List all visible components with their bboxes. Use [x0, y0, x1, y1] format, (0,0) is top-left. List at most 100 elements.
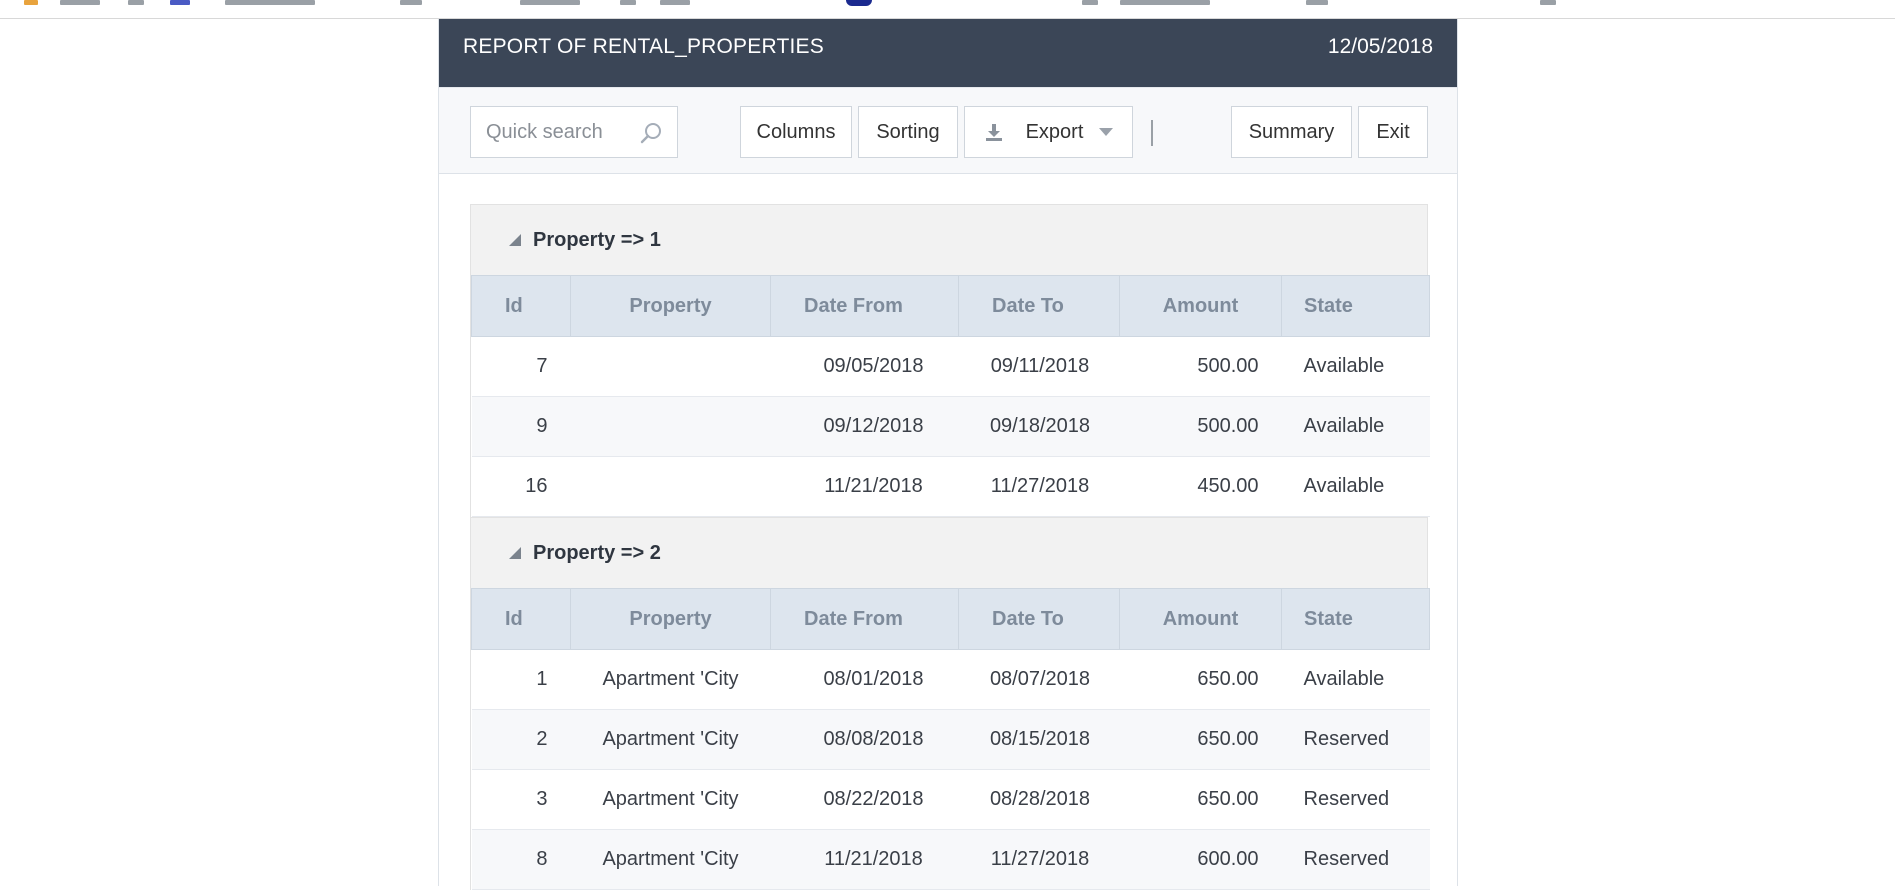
cell-state: Reserved — [1281, 769, 1430, 830]
download-icon — [985, 124, 1002, 141]
group-header[interactable]: Property => 1 — [470, 204, 1428, 275]
cell-date-to: 08/15/2018 — [958, 709, 1120, 770]
bookmark-icon[interactable] — [24, 0, 38, 5]
cell-property — [570, 396, 771, 457]
table-row[interactable]: 9 09/12/2018 09/18/2018 500.00 Available — [471, 396, 1430, 457]
cell-property: Apartment 'City — [570, 769, 771, 830]
column-header-amount[interactable]: Amount — [1119, 588, 1282, 650]
column-header-property[interactable]: Property — [570, 588, 771, 650]
toolbar-divider — [1151, 120, 1153, 146]
column-header-state[interactable]: State — [1281, 275, 1430, 337]
group-table: Id Property Date From Date To Amount Sta… — [471, 275, 1430, 517]
cell-amount: 450.00 — [1119, 456, 1282, 517]
group-header[interactable]: Property => 2 — [470, 517, 1428, 588]
table-row[interactable]: 1 Apartment 'City 08/01/2018 08/07/2018 … — [471, 649, 1430, 710]
table-row[interactable]: 2 Apartment 'City 08/08/2018 08/15/2018 … — [471, 709, 1430, 770]
column-header-date-to[interactable]: Date To — [958, 275, 1120, 337]
cell-date-from: 09/05/2018 — [770, 336, 959, 397]
cell-date-to: 11/27/2018 — [958, 829, 1120, 890]
column-header-date-to[interactable]: Date To — [958, 588, 1120, 650]
cell-property: Apartment 'City — [570, 829, 771, 890]
bookmark-icon[interactable] — [170, 0, 190, 5]
summary-button-label: Summary — [1248, 120, 1335, 143]
exit-button[interactable]: Exit — [1358, 106, 1428, 158]
group-table-wrapper: Id Property Date From Date To Amount Sta… — [470, 588, 1430, 890]
quick-search-box[interactable] — [470, 106, 678, 158]
cell-id: 8 — [471, 829, 571, 890]
collapse-triangle-icon[interactable] — [509, 234, 521, 246]
bookmark-icon[interactable] — [846, 0, 872, 6]
sorting-button-label: Sorting — [876, 120, 940, 143]
bookmark-icon[interactable] — [128, 0, 144, 5]
cell-date-from: 11/21/2018 — [770, 829, 959, 890]
cell-date-to: 09/18/2018 — [958, 396, 1120, 457]
bookmark-icon[interactable] — [1082, 0, 1098, 5]
table-row[interactable]: 16 11/21/2018 11/27/2018 450.00 Availabl… — [471, 456, 1430, 517]
exit-button-label: Exit — [1376, 120, 1410, 143]
column-header-date-from[interactable]: Date From — [770, 275, 959, 337]
column-header-state[interactable]: State — [1281, 588, 1430, 650]
column-header-id[interactable]: Id — [471, 588, 571, 650]
summary-button[interactable]: Summary — [1231, 106, 1352, 158]
bookmark-item[interactable] — [1120, 0, 1210, 5]
cell-property — [570, 456, 771, 517]
cell-property: Apartment 'City — [570, 709, 771, 770]
bookmark-item[interactable] — [60, 0, 100, 5]
table-row[interactable]: 7 09/05/2018 09/11/2018 500.00 Available — [471, 336, 1430, 397]
cell-id: 3 — [471, 769, 571, 830]
cell-amount: 650.00 — [1119, 649, 1282, 710]
cell-id: 16 — [471, 456, 571, 517]
cell-id: 2 — [471, 709, 571, 770]
bookmark-icon[interactable] — [1540, 0, 1556, 5]
table-row[interactable]: 8 Apartment 'City 11/21/2018 11/27/2018 … — [471, 829, 1430, 890]
cell-property — [570, 336, 771, 397]
bookmark-item[interactable] — [225, 0, 315, 5]
report-date: 12/05/2018 — [1327, 35, 1433, 58]
report-title: REPORT OF RENTAL_PROPERTIES — [463, 35, 824, 58]
cell-date-to: 08/28/2018 — [958, 769, 1120, 830]
table-row[interactable]: 3 Apartment 'City 08/22/2018 08/28/2018 … — [471, 769, 1430, 830]
cell-date-to: 08/07/2018 — [958, 649, 1120, 710]
cell-state: Reserved — [1281, 709, 1430, 770]
column-header-amount[interactable]: Amount — [1119, 275, 1282, 337]
sorting-button[interactable]: Sorting — [858, 106, 958, 158]
column-header-date-from[interactable]: Date From — [770, 588, 959, 650]
quick-search-input[interactable] — [486, 120, 636, 144]
table-header-row: Id Property Date From Date To Amount Sta… — [471, 275, 1430, 337]
cell-amount: 600.00 — [1119, 829, 1282, 890]
collapse-triangle-icon[interactable] — [509, 547, 521, 559]
cell-date-to: 09/11/2018 — [958, 336, 1120, 397]
cell-state: Available — [1281, 649, 1430, 710]
bookmark-icon[interactable] — [620, 0, 636, 5]
cell-id: 7 — [471, 336, 571, 397]
cell-state: Available — [1281, 336, 1430, 397]
columns-button[interactable]: Columns — [740, 106, 852, 158]
group-label: Property => 1 — [533, 228, 661, 251]
bookmark-item[interactable] — [520, 0, 580, 5]
cell-id: 1 — [471, 649, 571, 710]
bookmark-icon[interactable] — [400, 0, 422, 5]
group-table-wrapper: Id Property Date From Date To Amount Sta… — [470, 275, 1430, 517]
report-toolbar: Columns Sorting Export Summary Exit — [439, 87, 1457, 174]
table-header-row: Id Property Date From Date To Amount Sta… — [471, 588, 1430, 650]
report-panel: REPORT OF RENTAL_PROPERTIES 12/05/2018 C… — [438, 19, 1458, 890]
cell-date-from: 08/01/2018 — [770, 649, 959, 710]
export-button[interactable]: Export — [964, 106, 1133, 158]
column-header-id[interactable]: Id — [471, 275, 571, 337]
bookmark-icon[interactable] — [1306, 0, 1328, 5]
cell-date-from: 08/22/2018 — [770, 769, 959, 830]
cell-date-to: 11/27/2018 — [958, 456, 1120, 517]
cell-amount: 500.00 — [1119, 336, 1282, 397]
browser-bookmarks-bar — [0, 0, 1895, 19]
cell-id: 9 — [471, 396, 571, 457]
bookmark-item[interactable] — [660, 0, 690, 5]
search-icon[interactable] — [639, 121, 663, 145]
group-label: Property => 2 — [533, 541, 661, 564]
cell-date-from: 08/08/2018 — [770, 709, 959, 770]
cell-state: Reserved — [1281, 829, 1430, 890]
cell-date-from: 09/12/2018 — [770, 396, 959, 457]
group-table: Id Property Date From Date To Amount Sta… — [471, 588, 1430, 890]
column-header-property[interactable]: Property — [570, 275, 771, 337]
cell-amount: 650.00 — [1119, 769, 1282, 830]
cell-amount: 650.00 — [1119, 709, 1282, 770]
